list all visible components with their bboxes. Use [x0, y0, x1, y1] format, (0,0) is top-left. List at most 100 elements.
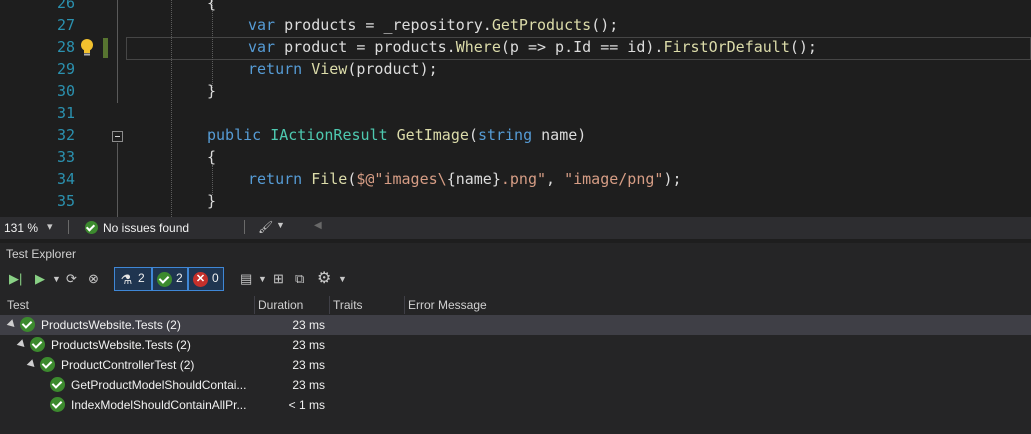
column-test[interactable]: Test	[7, 298, 29, 312]
cancel-icon[interactable]: ⊗	[88, 269, 99, 289]
code-line[interactable]: 27 var products = _repository.GetProducts…	[0, 14, 1031, 36]
test-row[interactable]: ProductsWebsite.Tests (2) 23 ms	[0, 315, 1031, 335]
passed-icon	[30, 337, 45, 352]
line-number: 28	[56, 38, 75, 56]
column-duration[interactable]: Duration	[258, 298, 303, 312]
filter-all-tests[interactable]: ⚗ 2	[114, 267, 152, 291]
code-line[interactable]: 34 return File($@"images\{name}.png", "im…	[0, 168, 1031, 190]
code-token: ();	[789, 38, 817, 56]
code-token: "image/png"	[564, 170, 664, 188]
issues-status[interactable]: No issues found	[103, 221, 189, 235]
code-text: }	[207, 190, 216, 212]
zoom-level[interactable]: 131 %	[4, 221, 38, 235]
expand-arrow-icon[interactable]	[6, 319, 18, 330]
line-number: 30	[56, 82, 75, 100]
expand-icon[interactable]: ⧉	[295, 269, 304, 289]
group-by-icon[interactable]: ⊞	[273, 269, 284, 289]
test-list-header: Test Duration Traits Error Message	[0, 296, 1031, 314]
code-line[interactable]: 35}	[0, 190, 1031, 212]
line-number: 35	[56, 192, 75, 210]
code-text: public IActionResult GetImage(string nam…	[207, 124, 586, 146]
expand-arrow-icon[interactable]	[26, 359, 38, 370]
code-text: {	[207, 146, 216, 168]
code-token: );	[663, 170, 682, 188]
brush-icon[interactable]: 🖌	[258, 220, 273, 234]
code-token: return	[248, 60, 303, 78]
editor-status-bar: 131 % ▾ No issues found 🖌 ▼ ◀	[0, 217, 1031, 239]
passed-icon	[40, 357, 55, 372]
code-text: }	[207, 80, 216, 102]
code-line[interactable]: 26 {	[0, 0, 1031, 14]
code-text: {	[207, 0, 216, 14]
code-token: .png"	[500, 170, 547, 188]
test-row[interactable]: ProductControllerTest (2) 23 ms	[0, 355, 1031, 375]
status-divider	[244, 220, 245, 234]
scroll-left-icon[interactable]: ◀	[314, 220, 322, 231]
chevron-down-icon[interactable]: ▼	[338, 269, 347, 289]
code-text: var product = products.Where(p => p.Id =…	[248, 36, 817, 58]
test-name: ProductsWebsite.Tests (2)	[41, 318, 181, 332]
passed-icon	[157, 272, 172, 287]
chevron-down-icon[interactable]: ▼	[276, 220, 285, 230]
line-number: 31	[56, 104, 75, 122]
column-divider[interactable]	[329, 296, 330, 314]
code-token: (p => p.Id == id).	[500, 38, 664, 56]
column-error-message[interactable]: Error Message	[408, 298, 487, 312]
code-line[interactable]: 30}	[0, 80, 1031, 102]
code-token: }	[207, 82, 217, 100]
code-token: Where	[455, 38, 501, 56]
code-token: GetProducts	[491, 16, 592, 34]
code-token: product = products.	[275, 38, 456, 56]
code-editor[interactable]: 26 {27 var products = _repository.GetProdu…	[0, 0, 1031, 217]
test-name: IndexModelShouldContainAllPr...	[71, 398, 247, 412]
test-name: ProductControllerTest (2)	[61, 358, 195, 372]
code-token: var	[248, 38, 276, 56]
code-line[interactable]: 32 public IActionResult GetImage(string n…	[0, 124, 1031, 146]
code-token: View	[311, 60, 348, 78]
playlist-icon[interactable]: ▤	[240, 269, 252, 289]
settings-icon[interactable]: ⚙	[317, 269, 331, 289]
filter-failed-tests[interactable]: ✕ 0	[188, 267, 224, 291]
passed-icon	[50, 397, 65, 412]
run-all-icon[interactable]: ▶|	[9, 269, 22, 289]
code-line[interactable]: 31	[0, 102, 1031, 124]
code-token: products = _repository.	[275, 16, 492, 34]
code-token: {name}	[446, 170, 501, 188]
run-icon[interactable]: ▶	[35, 269, 45, 289]
filter-passed-tests[interactable]: 2	[152, 267, 188, 291]
code-line[interactable]: 29 return View(product);	[0, 58, 1031, 80]
rerun-icon[interactable]: ⟳	[66, 269, 77, 289]
zoom-dropdown-icon[interactable]: ▾	[47, 220, 53, 233]
test-row[interactable]: GetProductModelShouldContai... 23 ms	[0, 375, 1031, 395]
code-token: name)	[532, 126, 587, 144]
code-line[interactable]: 33 {	[0, 146, 1031, 168]
chevron-down-icon[interactable]: ▼	[258, 269, 267, 289]
code-line[interactable]: 28 var product = products.Where(p => p.Id…	[0, 36, 1031, 58]
code-token: (	[468, 126, 478, 144]
column-traits[interactable]: Traits	[333, 298, 363, 312]
column-divider[interactable]	[254, 296, 255, 314]
test-explorer-panel: Test Explorer ▶| ▶ ▼ ⟳ ⊗ ⚗ 2 2 ✕ 0 ▤ ▼ ⊞…	[0, 243, 1031, 434]
passed-icon	[20, 317, 35, 332]
passed-icon	[50, 377, 65, 392]
test-name: GetProductModelShouldContai...	[71, 378, 247, 392]
column-divider[interactable]	[404, 296, 405, 314]
code-token: GetImage	[396, 126, 469, 144]
test-duration: 23 ms	[292, 338, 325, 352]
test-name: ProductsWebsite.Tests (2)	[51, 338, 191, 352]
test-duration: 23 ms	[292, 358, 325, 372]
code-token: (product);	[347, 60, 438, 78]
expand-arrow-icon[interactable]	[16, 339, 28, 350]
test-row[interactable]: IndexModelShouldContainAllPr... < 1 ms	[0, 395, 1031, 415]
test-row[interactable]: ProductsWebsite.Tests (2) 23 ms	[0, 335, 1031, 355]
line-number: 29	[56, 60, 75, 78]
code-token: {	[207, 0, 217, 12]
chevron-down-icon[interactable]: ▼	[52, 269, 61, 289]
code-token: ();	[591, 16, 619, 34]
code-text: return File($@"images\{name}.png", "imag…	[248, 168, 682, 190]
code-token: {	[207, 148, 217, 166]
total-count: 2	[138, 271, 145, 285]
